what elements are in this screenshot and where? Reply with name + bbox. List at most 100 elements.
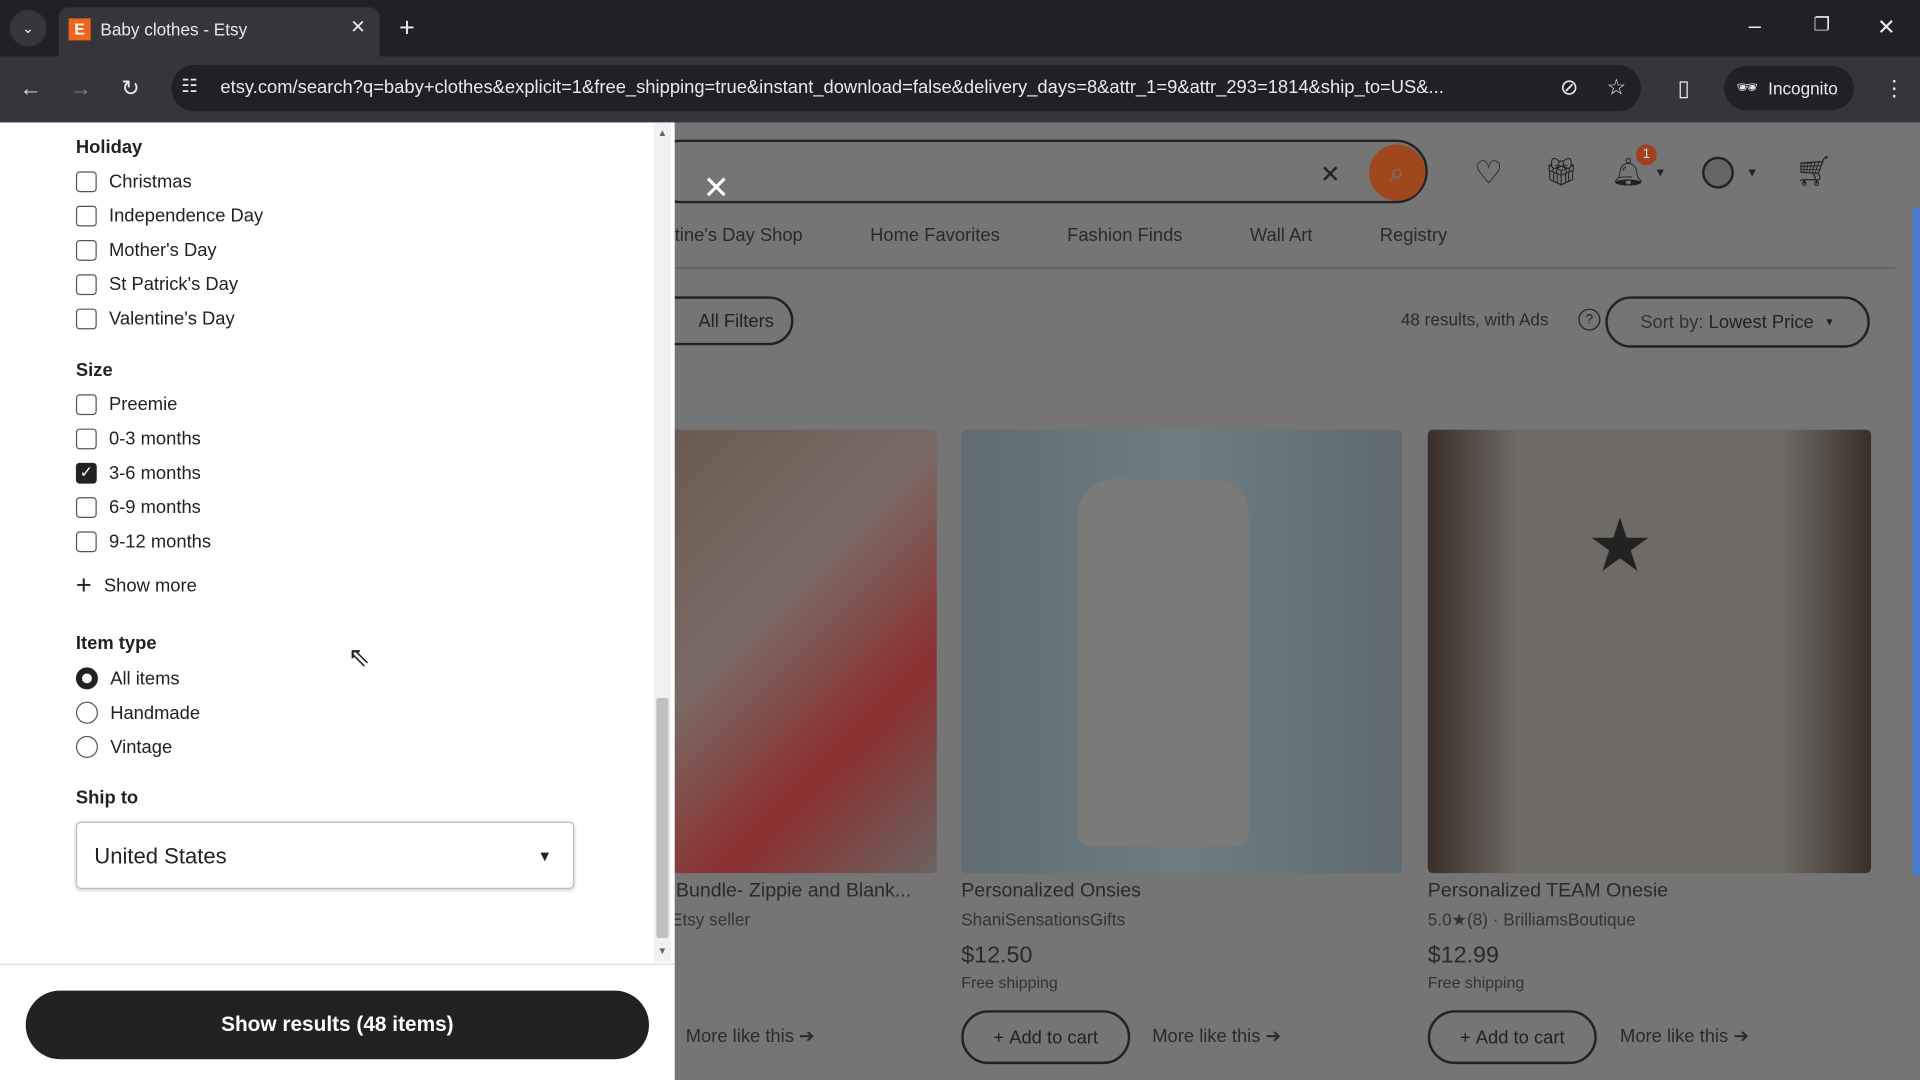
nav-item[interactable]: Fashion Finds xyxy=(1067,225,1182,246)
product-price: $12.50 xyxy=(961,942,1033,969)
ship-to-heading: Ship to xyxy=(75,787,139,809)
incognito-icon: 🕶 xyxy=(1736,77,1759,97)
forward-icon[interactable]: → xyxy=(70,77,92,99)
chevron-down-icon[interactable]: ▼ xyxy=(1746,167,1758,180)
divider xyxy=(674,266,1896,270)
product-title[interactable]: Bundle- Zippie and Blank... xyxy=(676,880,911,902)
checkbox-9-12-months[interactable]: 9-12 months xyxy=(75,529,211,553)
minimize-button[interactable]: – xyxy=(1749,15,1761,37)
favorites-heart-icon[interactable]: ♡ xyxy=(1474,154,1503,192)
holiday-options: Christmas Independence Day Mother's Day … xyxy=(75,169,263,331)
sort-value: Lowest Price xyxy=(1708,311,1814,333)
browser-tab[interactable]: E Baby clothes - Etsy ✕ xyxy=(58,7,380,57)
help-icon[interactable]: ? xyxy=(1578,308,1601,331)
restore-button[interactable]: ❐ xyxy=(1813,16,1829,34)
ship-to-select[interactable]: United States ▼ xyxy=(75,821,575,889)
item-type-options: All items Handmade Vintage xyxy=(75,666,200,759)
gift-icon[interactable]: 🎁︎ xyxy=(1544,157,1578,189)
side-panel-icon[interactable]: ▯ xyxy=(1678,77,1690,99)
sort-dropdown[interactable]: Sort by: Lowest Price ▼ xyxy=(1605,296,1870,348)
etsy-favicon-icon: E xyxy=(68,18,91,41)
nav-item[interactable]: Registry xyxy=(1380,225,1447,246)
browser-toolbar: ← → ↻ ☷ etsy.com/search?q=baby+clothes&e… xyxy=(0,56,1920,123)
product-image[interactable] xyxy=(961,429,1403,874)
holiday-heading: Holiday xyxy=(75,137,143,158)
shipping-label: Free shipping xyxy=(1427,973,1525,992)
search-button[interactable]: ⌕ xyxy=(1368,144,1426,201)
clear-search-icon[interactable]: ✕ xyxy=(1320,159,1341,190)
item-type-heading: Item type xyxy=(75,633,157,654)
results-count: 48 results, with Ads xyxy=(1400,309,1549,330)
nav-item[interactable]: Wall Art xyxy=(1250,225,1313,246)
checkbox-independence-day[interactable]: Independence Day xyxy=(75,203,263,227)
divider xyxy=(0,963,675,965)
reload-icon[interactable]: ↻ xyxy=(121,77,139,99)
add-to-cart-button[interactable]: + Add to cart xyxy=(961,1010,1131,1065)
checkbox-st-patricks-day[interactable]: St Patrick's Day xyxy=(75,272,263,296)
cart-icon[interactable]: 🛒︎ xyxy=(1795,154,1832,190)
product-rating-seller: 5.0★(8) · BrilliamsBoutique xyxy=(1427,909,1636,930)
more-like-this-link[interactable]: More like this ➔ xyxy=(1620,1025,1749,1047)
product-image[interactable]: ★ xyxy=(1427,429,1872,874)
tab-bar: ⌄ E Baby clothes - Etsy ✕ + – ❐ ✕ xyxy=(0,0,1920,57)
chevron-down-icon[interactable]: ▼ xyxy=(1654,167,1666,180)
search-input[interactable] xyxy=(648,139,1428,204)
bookmark-star-icon[interactable]: ☆ xyxy=(1607,76,1627,98)
page-scrollbar[interactable] xyxy=(1912,208,1920,876)
nav-item[interactable]: tine's Day Shop xyxy=(675,225,803,246)
product-seller: ShaniSensationsGifts xyxy=(961,909,1126,930)
show-more-button[interactable]: + Show more xyxy=(76,569,197,600)
menu-icon[interactable]: ⋮ xyxy=(1883,77,1905,99)
radio-all-items[interactable]: All items xyxy=(75,666,200,690)
checkbox-mothers-day[interactable]: Mother's Day xyxy=(75,238,263,262)
checkbox-6-9-months[interactable]: 6-9 months xyxy=(75,495,211,519)
radio-handmade[interactable]: Handmade xyxy=(75,700,200,724)
url-text[interactable]: etsy.com/search?q=baby+clothes&explicit=… xyxy=(220,77,1443,98)
product-title[interactable]: Personalized TEAM Onesie xyxy=(1428,880,1668,902)
all-filters-label: All Filters xyxy=(698,310,774,332)
sort-label: Sort by: xyxy=(1640,311,1704,333)
shipping-label: Free shipping xyxy=(961,973,1058,992)
checkbox-3-6-months[interactable]: ✓ 3-6 months xyxy=(75,460,211,484)
panel-scrollbar[interactable]: ▲ ▼ xyxy=(653,122,672,963)
category-nav: tine's Day Shop Home Favorites Fashion F… xyxy=(675,225,1447,246)
more-like-this-link[interactable]: More like this ➔ xyxy=(1152,1025,1281,1047)
avatar[interactable] xyxy=(1702,156,1734,189)
incognito-label: Incognito xyxy=(1768,78,1838,98)
product-price: $12.99 xyxy=(1427,942,1499,969)
more-like-this-link[interactable]: More like this ➔ xyxy=(686,1025,815,1047)
add-to-cart-button[interactable]: + Add to cart xyxy=(1427,1010,1597,1065)
tab-title: Baby clothes - Etsy xyxy=(100,19,248,40)
close-filters-icon[interactable]: ✕ xyxy=(703,169,730,207)
product-seller: Etsy seller xyxy=(671,909,751,930)
new-tab-button[interactable]: + xyxy=(399,14,415,42)
checkbox-christmas[interactable]: Christmas xyxy=(75,169,263,193)
site-settings-icon[interactable]: ☷ xyxy=(181,77,197,95)
nav-item[interactable]: Home Favorites xyxy=(870,225,1000,246)
chevron-down-icon: ▼ xyxy=(1823,315,1835,329)
tracking-eye-off-icon[interactable]: ⊘ xyxy=(1560,76,1578,98)
plus-icon: + xyxy=(75,569,92,601)
star-print-icon: ★ xyxy=(1586,504,1653,587)
checkbox-preemie[interactable]: Preemie xyxy=(75,392,211,416)
close-tab-icon[interactable]: ✕ xyxy=(350,18,365,36)
back-icon[interactable]: ← xyxy=(20,77,42,99)
checkbox-valentines-day[interactable]: Valentine's Day xyxy=(75,306,263,330)
incognito-badge[interactable]: 🕶 Incognito xyxy=(1724,66,1854,111)
filters-panel: Holiday Christmas Independence Day Mothe… xyxy=(0,122,675,1080)
size-options: Preemie 0-3 months ✓ 3-6 months 6-9 month… xyxy=(75,392,211,554)
checkbox-0-3-months[interactable]: 0-3 months xyxy=(75,426,211,450)
tab-list-button[interactable]: ⌄ xyxy=(9,9,47,47)
show-results-button[interactable]: Show results (48 items) xyxy=(25,990,649,1060)
address-bar[interactable]: ☷ etsy.com/search?q=baby+clothes&explici… xyxy=(171,64,1641,112)
product-image[interactable] xyxy=(661,429,937,874)
notification-badge: 1 xyxy=(1635,144,1657,166)
product-title[interactable]: Personalized Onsies xyxy=(961,880,1141,902)
star-icon: ★ xyxy=(1451,909,1467,930)
radio-vintage[interactable]: Vintage xyxy=(75,735,200,759)
chevron-down-icon: ▼ xyxy=(537,847,553,865)
mouse-cursor-icon: ⇖ xyxy=(347,641,371,673)
close-window-button[interactable]: ✕ xyxy=(1877,16,1895,38)
ship-to-value: United States xyxy=(94,843,227,869)
scrollbar-thumb[interactable] xyxy=(656,697,669,938)
